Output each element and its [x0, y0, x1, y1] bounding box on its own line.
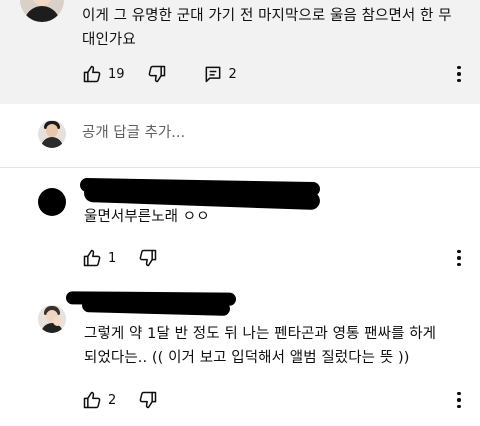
my-avatar: [38, 120, 66, 148]
thumbs-up-icon: [83, 65, 101, 83]
reply-count: 2: [228, 66, 237, 82]
add-reply-input[interactable]: 공개 답글 추가...: [82, 121, 185, 145]
dislike-button[interactable]: [138, 390, 158, 410]
thumbs-down-icon: [139, 249, 157, 267]
comment-actions: 19 2: [82, 62, 259, 86]
like-button[interactable]: 2: [82, 390, 116, 410]
dislike-button[interactable]: [138, 248, 158, 268]
thumbs-up-icon: [83, 391, 101, 409]
like-count: 19: [108, 66, 125, 82]
like-button[interactable]: 1: [82, 248, 116, 268]
thumbs-down-icon: [139, 391, 157, 409]
reply-actions: 2: [82, 388, 180, 412]
like-count: 2: [108, 392, 117, 408]
reply-comment-icon: [205, 66, 220, 83]
reply-button[interactable]: 2: [203, 64, 237, 84]
more-vertical-icon[interactable]: [451, 248, 467, 268]
reply-text: 그렇게 약 1달 반 정도 뒤 나는 펜타곤과 영통 팬싸를 하게 되었다는..…: [84, 326, 437, 366]
reply-avatar[interactable]: [38, 305, 66, 333]
like-button[interactable]: 19: [82, 64, 125, 84]
reply-actions: 1: [82, 246, 180, 270]
commenter-avatar[interactable]: [20, 0, 64, 22]
more-vertical-icon[interactable]: [451, 390, 467, 410]
like-count: 1: [108, 250, 117, 266]
dislike-button[interactable]: [147, 64, 167, 84]
thumbs-down-icon: [148, 65, 165, 83]
more-vertical-icon[interactable]: [451, 64, 467, 84]
thumbs-up-icon: [83, 249, 101, 267]
reply-text: 울면서부른노래 ㅇㅇ: [84, 209, 210, 225]
add-reply-row: [0, 104, 480, 168]
comment-text: 이게 그 유명한 군대 가기 전 마지막으로 울음 참으면서 한 무대인가요: [82, 8, 452, 48]
reply-avatar[interactable]: [38, 188, 66, 216]
redacted-username-stroke: [81, 298, 231, 316]
